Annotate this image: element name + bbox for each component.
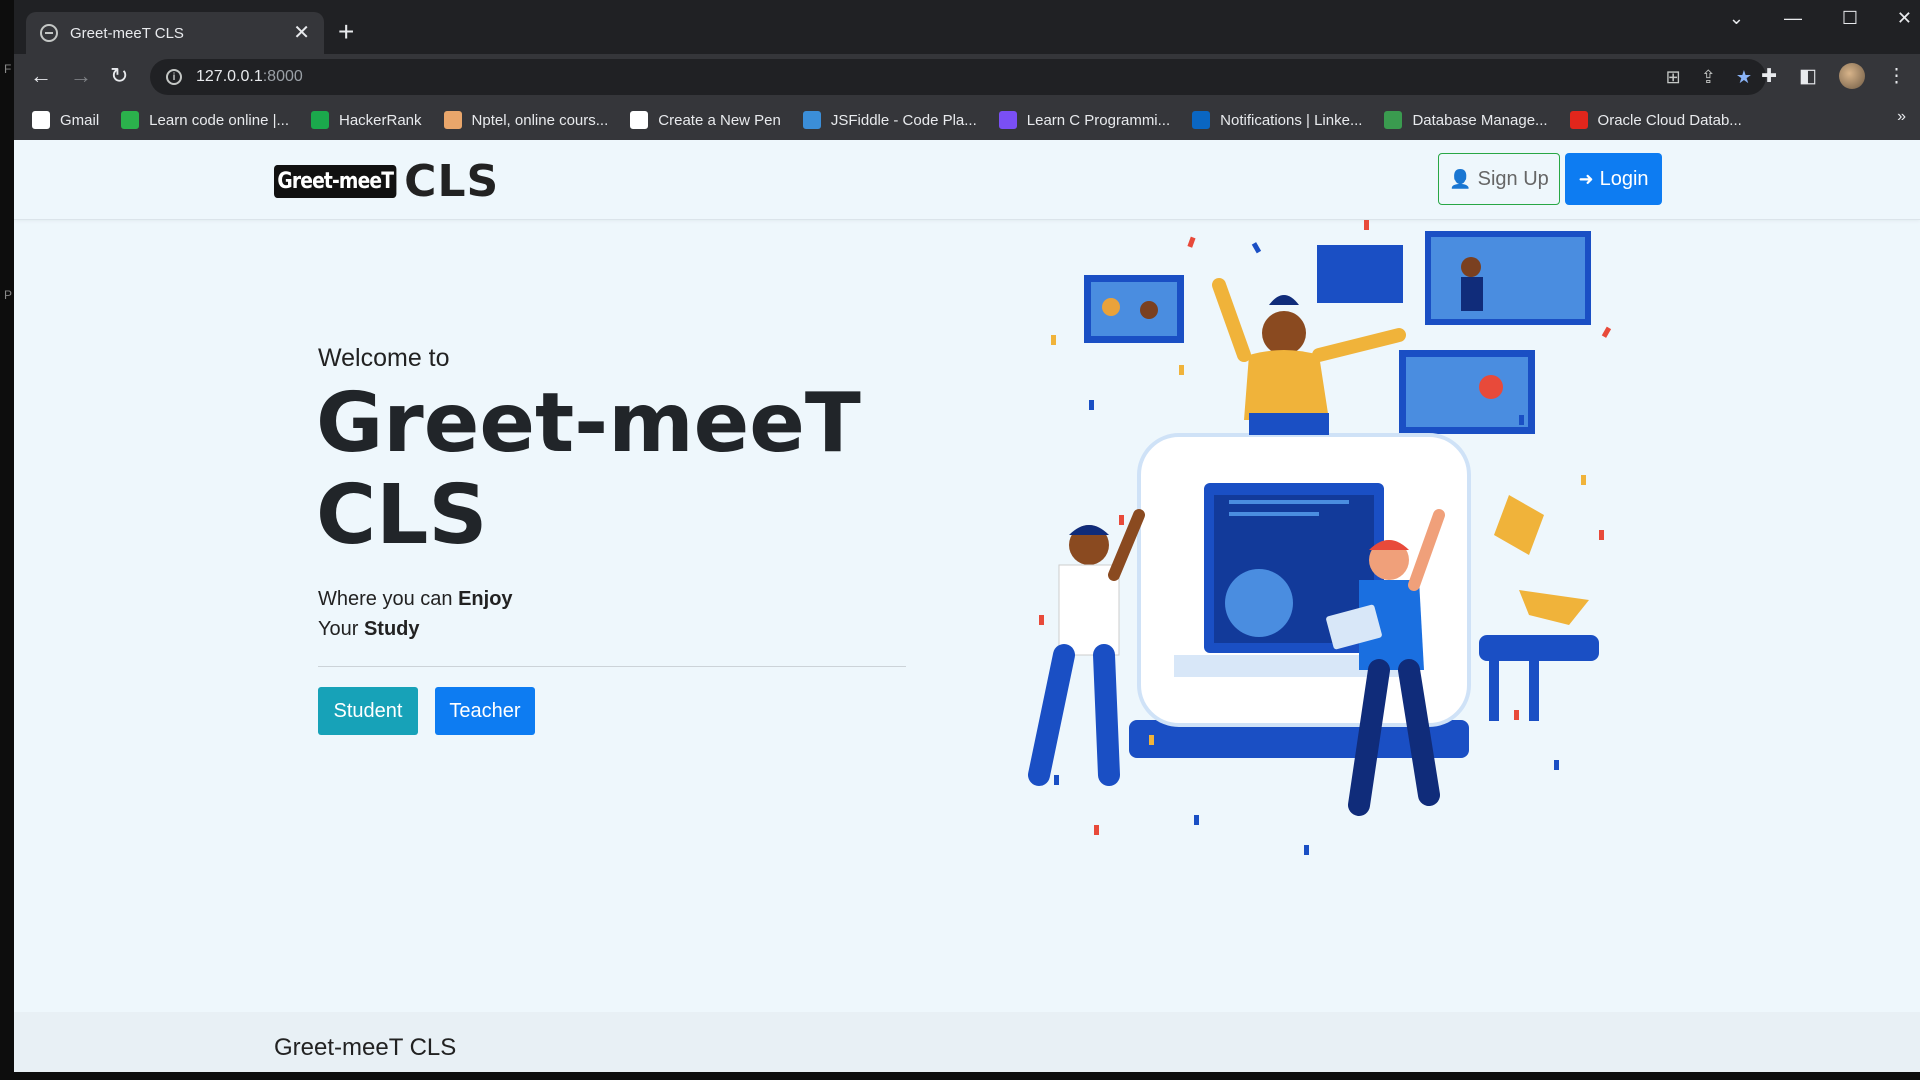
login-label: Login (1599, 167, 1649, 190)
new-tab-button[interactable]: + (338, 18, 354, 46)
translate-icon[interactable]: ⊞ (1666, 67, 1681, 88)
student-button[interactable]: Student (318, 687, 418, 735)
bookmark-label: Learn C Programmi... (1026, 111, 1171, 129)
title-line-2: CLS (316, 468, 488, 563)
site-footer: Greet-meeT CLS (14, 1012, 1920, 1072)
hackerrank-icon (311, 111, 329, 129)
divider (318, 666, 906, 667)
jsfiddle-icon (802, 111, 821, 129)
tab-strip: Greet-meeT CLS ✕ + ⌄ — ☐ ✕ (14, 0, 1920, 54)
teacher-button[interactable]: Teacher (435, 687, 535, 735)
menu-icon[interactable]: ⋮ (1887, 65, 1906, 88)
page: Greet-meeT CLS 👤 Sign Up ➜ Login Welcome… (14, 140, 1920, 1072)
blank-screen (1317, 245, 1403, 303)
star-icon[interactable]: ★ (1736, 67, 1752, 88)
envelope-2 (1519, 590, 1589, 625)
bookmark-item[interactable]: HackerRank (311, 111, 422, 129)
info-icon[interactable]: i (166, 69, 182, 85)
bookmark-label: Database Manage... (1412, 111, 1548, 129)
site-navbar: Greet-meeT CLS 👤 Sign Up ➜ Login (14, 140, 1920, 220)
window-close-icon[interactable]: ✕ (1897, 8, 1912, 29)
tagline-2-bold: Study (363, 618, 420, 640)
google-icon (32, 111, 50, 129)
bookmark-label: Notifications | Linke... (1220, 111, 1363, 129)
codepen-icon (630, 111, 649, 129)
tagline-1-bold: Enjoy (458, 588, 513, 610)
minimize-icon[interactable]: — (1784, 8, 1802, 29)
bookmark-item[interactable]: Oracle Cloud Datab... (1569, 111, 1742, 129)
edge-glyph: F (4, 62, 12, 76)
bookmark-item[interactable]: Learn C Programmi... (998, 111, 1171, 129)
bookmark-label: Create a New Pen (658, 111, 781, 129)
side-desk (1479, 635, 1599, 661)
share-icon[interactable]: ⇪ (1701, 67, 1716, 88)
page-title: Greet-meeT CLS (316, 378, 876, 562)
edge-glyph: P (4, 288, 13, 302)
tagline: Where you can Enjoy Your Study (318, 584, 513, 644)
bookmark-item[interactable]: Database Manage... (1384, 111, 1548, 129)
envelope-1 (1494, 495, 1544, 555)
bookmarks-bar: Gmail Learn code online |... HackerRank Npt… (14, 100, 1920, 140)
toolbar: ← → ↻ i 127.0.0.1:8000 ⊞ ⇪ ★ ✚ ◧ ⋮ (14, 54, 1920, 100)
bookmark-label: Learn code online |... (149, 111, 289, 129)
bookmarks-more-icon[interactable]: » (1897, 108, 1906, 126)
signup-button[interactable]: 👤 Sign Up (1438, 153, 1560, 205)
hero-illustration (1028, 220, 1612, 855)
close-icon[interactable]: ✕ (293, 23, 310, 43)
bookmark-item[interactable]: JSFiddle - Code Pla... (802, 111, 977, 129)
learncode-icon (121, 111, 140, 129)
maximize-icon[interactable]: ☐ (1842, 8, 1858, 29)
bookmark-item[interactable]: Learn code online |... (121, 111, 289, 129)
bookmark-item[interactable]: Nptel, online cours... (443, 111, 609, 129)
oracle-icon (1569, 111, 1588, 129)
side-panel-icon[interactable]: ◧ (1799, 65, 1817, 88)
brand-box: Greet-meeT (274, 165, 397, 198)
bookmark-label: Oracle Cloud Datab... (1597, 111, 1742, 129)
forward-icon[interactable]: → (70, 64, 92, 88)
sign-in-icon: ➜ (1578, 168, 1594, 189)
bookmark-item[interactable]: Create a New Pen (630, 111, 781, 129)
footer-text: Greet-meeT CLS (274, 1034, 457, 1061)
bookmark-label: Nptel, online cours... (471, 111, 609, 129)
bookmark-label: JSFiddle - Code Pla... (830, 111, 977, 129)
linkedin-icon (1192, 111, 1211, 129)
back-icon[interactable]: ← (30, 64, 52, 88)
bookmark-label: Gmail (60, 111, 100, 129)
tab-title: Greet-meeT CLS (70, 24, 184, 42)
title-line-1: Greet-meeT (316, 376, 861, 471)
login-button[interactable]: ➜ Login (1565, 153, 1662, 205)
url-host: 127.0.0.1 (196, 68, 263, 85)
user-plus-icon: 👤 (1449, 168, 1472, 189)
bookmark-item[interactable]: Notifications | Linke... (1192, 111, 1362, 129)
reload-icon[interactable]: ↻ (110, 64, 128, 88)
tagline-2: Your (318, 618, 364, 640)
globe-icon (40, 24, 58, 42)
extension-area: ✚ ◧ ⋮ (1761, 63, 1906, 89)
url-port: :8000 (262, 68, 303, 85)
bookmark-label: HackerRank (339, 111, 422, 129)
tab-active[interactable]: Greet-meeT CLS ✕ (26, 12, 324, 54)
programiz-icon (998, 111, 1017, 129)
signup-label: Sign Up (1477, 167, 1549, 190)
tab-search-icon[interactable]: ⌄ (1729, 8, 1744, 29)
omnibox-actions: ⊞ ⇪ ★ (1666, 67, 1752, 88)
person-center-head (1262, 311, 1306, 355)
tagline-1: Where you can (318, 588, 459, 610)
bookmark-item[interactable]: Gmail (32, 111, 99, 129)
welcome-text: Welcome to (318, 344, 450, 372)
database-icon (1384, 111, 1403, 129)
puzzle-icon[interactable]: ✚ (1761, 65, 1777, 88)
browser-window: Greet-meeT CLS ✕ + ⌄ — ☐ ✕ ← → ↻ i 127.0… (14, 0, 1920, 1072)
brand-cls: CLS (404, 156, 500, 207)
brand-logo[interactable]: Greet-meeT CLS (274, 156, 499, 207)
nptel-icon (443, 111, 462, 129)
address-bar[interactable]: i 127.0.0.1:8000 ⊞ ⇪ ★ (150, 59, 1766, 95)
avatar[interactable] (1839, 63, 1865, 89)
